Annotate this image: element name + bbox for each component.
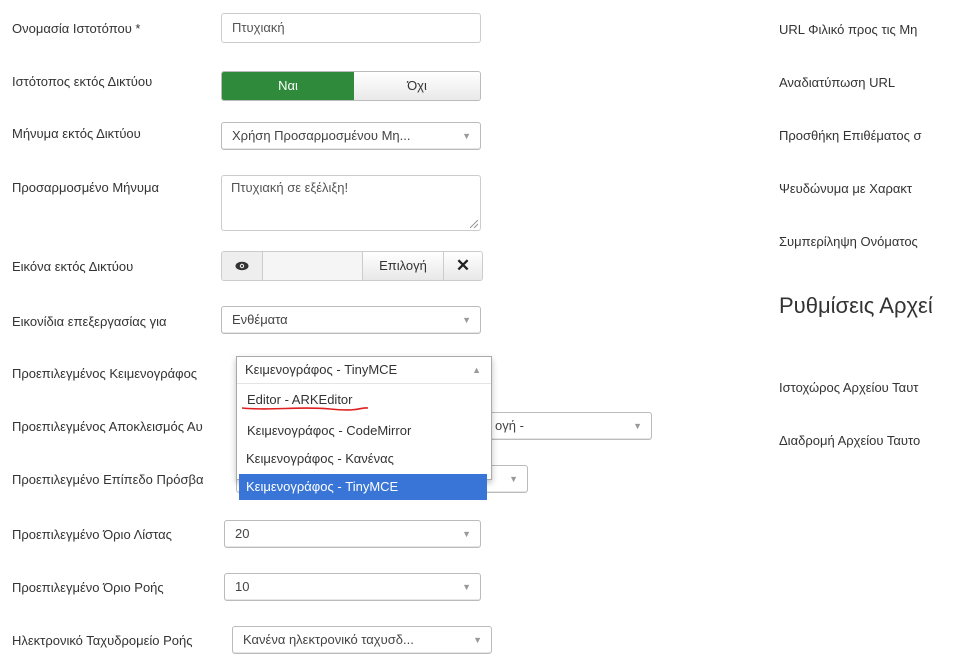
offline-message-select[interactable]: Χρήση Προσαρμοσμένου Μη... ▼ [221, 122, 481, 150]
edit-icons-label: Εικονίδια επεξεργασίας για [12, 314, 167, 329]
default-editor-label: Προεπιλεγμένος Κειμενογράφος [12, 366, 198, 381]
feed-limit-label: Προεπιλεγμένο Όριο Ροής [12, 580, 164, 595]
list-limit-label: Προεπιλεγμένο Όριο Λίστας [12, 527, 172, 542]
right-label-unicode-aliases: Ψευδώνυμα με Χαρακτ [779, 181, 913, 196]
feed-limit-select[interactable]: 10 ▼ [224, 573, 481, 601]
offline-image-path [263, 252, 362, 280]
site-name-label: Ονομασία Ιστοτόπου * [12, 21, 141, 36]
chevron-down-icon: ▼ [462, 582, 471, 592]
right-label-suffix: Προσθήκη Επιθέματος σ [779, 128, 922, 143]
eye-icon[interactable] [222, 252, 263, 280]
custom-message-value: Πτυχιακή σε εξέλιξη! [231, 180, 349, 195]
feed-limit-value: 10 [235, 579, 250, 594]
resize-grip-icon[interactable] [470, 220, 478, 228]
site-offline-yes-button[interactable]: Ναι [222, 72, 354, 100]
default-editor-value: Κειμενογράφος - TinyMCE [245, 362, 398, 377]
site-offline-label: Ιστότοπος εκτός Δικτύου [12, 74, 153, 89]
default-access-label: Προεπιλεγμένο Επίπεδο Πρόσβα [12, 472, 204, 487]
section-title: Ρυθμίσεις Αρχεί [779, 293, 933, 318]
right-label-url-rewrite: Αναδιατύπωση URL [779, 75, 896, 90]
right-label-site-name-in-title: Συμπερίληψη Ονόματος [779, 234, 918, 249]
default-captcha-value: ογή - [495, 418, 524, 433]
chevron-down-icon: ▼ [462, 315, 471, 325]
select-image-button[interactable]: Επιλογή [362, 252, 443, 280]
right-label-sef-urls: URL Φιλικό προς τις Μη [779, 22, 918, 37]
edit-icons-select[interactable]: Ενθέματα ▼ [221, 306, 481, 334]
site-name-input[interactable]: Πτυχιακή [221, 13, 481, 43]
custom-message-textarea[interactable]: Πτυχιακή σε εξέλιξη! [221, 175, 481, 231]
edit-icons-value: Ενθέματα [232, 312, 288, 327]
chevron-down-icon: ▼ [633, 421, 642, 431]
default-editor-select[interactable]: Κειμενογράφος - TinyMCE ▲ [237, 357, 491, 384]
offline-image-field: Επιλογή ✕ [221, 251, 483, 281]
offline-message-value: Χρήση Προσαρμοσμένου Μη... [232, 128, 411, 143]
editor-option-codemirror-spacer [240, 418, 488, 444]
chevron-up-icon: ▲ [472, 365, 481, 375]
right-label-cookie-domain: Ιστοχώρος Αρχείου Ταυτ [779, 380, 919, 395]
annotation-underline [241, 407, 369, 411]
right-label-cookie-path: Διαδρομή Αρχείου Ταυτο [779, 433, 921, 448]
chevron-down-icon: ▼ [509, 474, 518, 484]
site-offline-toggle: Ναι Όχι [221, 71, 481, 101]
list-limit-select[interactable]: 20 ▼ [224, 520, 481, 548]
close-icon[interactable]: ✕ [443, 252, 482, 280]
offline-message-label: Μήνυμα εκτός Δικτύου [12, 126, 141, 141]
site-offline-no-button[interactable]: Όχι [354, 72, 480, 100]
custom-message-label: Προσαρμοσμένο Μήνυμα [12, 180, 159, 195]
default-captcha-label: Προεπιλεγμένος Αποκλεισμός Αυ [12, 419, 203, 434]
list-limit-value: 20 [235, 526, 250, 541]
offline-image-label: Εικόνα εκτός Δικτύου [12, 259, 134, 274]
feed-email-label: Ηλεκτρονικό Ταχυδρομείο Ροής [12, 633, 193, 648]
feed-email-value: Κανένα ηλεκτρονικό ταχυσδ... [243, 632, 414, 647]
editor-option-tinymce[interactable]: Κειμενογράφος - TinyMCE [239, 474, 487, 500]
chevron-down-icon: ▼ [473, 635, 482, 645]
editor-option-none[interactable]: Κειμενογράφος - Κανένας [239, 446, 487, 472]
chevron-down-icon: ▼ [462, 131, 471, 141]
feed-email-select[interactable]: Κανένα ηλεκτρονικό ταχυσδ... ▼ [232, 626, 492, 654]
chevron-down-icon: ▼ [462, 529, 471, 539]
